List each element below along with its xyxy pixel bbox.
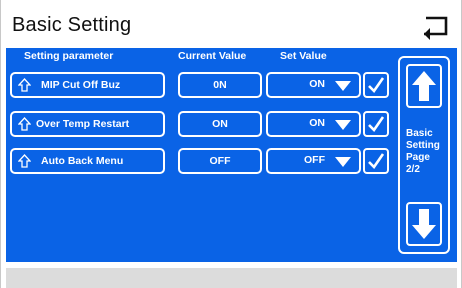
triangle-down-icon <box>335 81 351 91</box>
page-indicator: Basic Setting Page 2/2 <box>406 128 446 176</box>
current-value-mip-cut-off-buz: 0N <box>178 72 262 98</box>
confirm-button-mip-cut-off-buz[interactable] <box>363 72 389 98</box>
header-current-value: Current Value <box>178 50 247 62</box>
diamond-arrow-icon <box>18 117 31 131</box>
confirm-button-over-temp-restart[interactable] <box>363 111 389 137</box>
checkmark-icon <box>368 77 385 94</box>
page-info-line: Page <box>406 152 430 163</box>
arrow-up-icon <box>412 71 436 101</box>
page-down-button[interactable] <box>406 202 442 246</box>
arrow-down-icon <box>412 209 436 239</box>
current-value-over-temp-restart: ON <box>178 111 262 137</box>
page-title: Basic Setting <box>12 14 132 36</box>
page-info-line: Setting <box>406 140 440 151</box>
bottom-status-bar <box>6 268 457 288</box>
set-value-text: ON <box>309 117 325 129</box>
title-bar: Basic Setting <box>6 8 457 48</box>
set-value-text: ON <box>309 78 325 90</box>
settings-panel: Setting parameter Current Value Set Valu… <box>6 48 457 262</box>
param-label: Auto Back Menu <box>41 155 124 167</box>
param-label: MIP Cut Off Buz <box>41 79 121 91</box>
page-up-button[interactable] <box>406 64 442 108</box>
triangle-down-icon <box>335 120 351 130</box>
header-setting-parameter: Setting parameter <box>24 50 114 62</box>
checkmark-icon <box>368 153 385 170</box>
current-value-auto-back-menu: OFF <box>178 148 262 174</box>
diamond-arrow-icon <box>18 154 31 168</box>
page-navigation-panel: Basic Setting Page 2/2 <box>398 56 450 254</box>
set-value-dropdown-mip-cut-off-buz[interactable]: ON <box>266 72 361 98</box>
confirm-button-auto-back-menu[interactable] <box>363 148 389 174</box>
triangle-down-icon <box>335 157 351 167</box>
set-value-text: OFF <box>304 154 325 166</box>
back-button[interactable] <box>420 12 452 42</box>
set-value-dropdown-over-temp-restart[interactable]: ON <box>266 111 361 137</box>
param-label: Over Temp Restart <box>36 118 130 130</box>
param-button-mip-cut-off-buz[interactable]: MIP Cut Off Buz <box>10 72 165 98</box>
set-value-dropdown-auto-back-menu[interactable]: OFF <box>266 148 361 174</box>
diamond-arrow-icon <box>18 78 31 92</box>
page-info-line: Basic <box>406 128 433 139</box>
param-button-over-temp-restart[interactable]: Over Temp Restart <box>10 111 165 137</box>
param-button-auto-back-menu[interactable]: Auto Back Menu <box>10 148 165 174</box>
checkmark-icon <box>368 116 385 133</box>
header-set-value: Set Value <box>280 50 327 62</box>
page-number: 2/2 <box>406 164 420 175</box>
return-arrow-icon <box>424 16 448 40</box>
